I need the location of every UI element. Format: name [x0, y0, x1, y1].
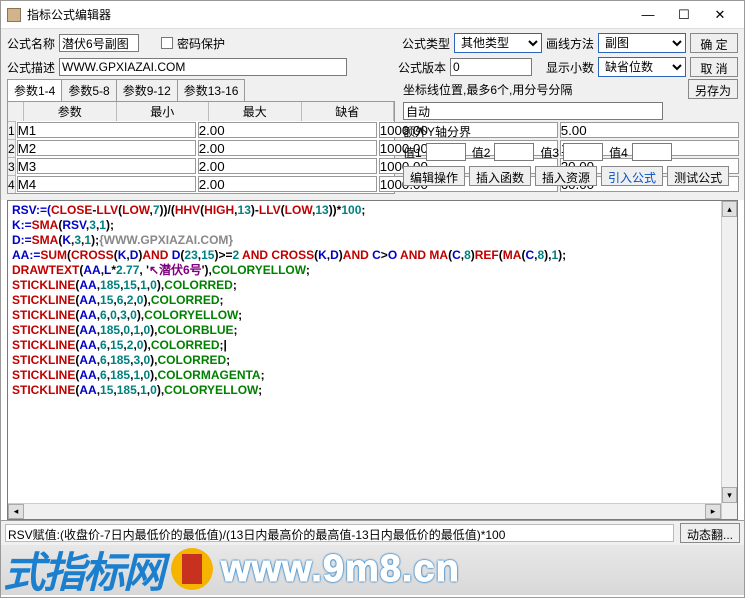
param-row: 3: [8, 157, 394, 175]
banner-url: www.9m8.cn: [221, 548, 460, 591]
vscroll[interactable]: ▴ ▾: [721, 201, 737, 519]
draw-select[interactable]: 副图: [598, 33, 686, 53]
type-select[interactable]: 其他类型: [454, 33, 542, 53]
label-version: 公式版本: [398, 59, 446, 76]
desc-input[interactable]: [59, 58, 347, 76]
param-name[interactable]: [17, 176, 196, 192]
version-input[interactable]: [450, 58, 532, 76]
param-row: 4: [8, 175, 394, 193]
param-name[interactable]: [17, 140, 196, 156]
close-button[interactable]: ✕: [702, 3, 738, 27]
mid-section: 参数1-4 参数5-8 参数9-12 参数13-16 参数 最小 最大 缺省 1: [1, 79, 744, 200]
minimize-button[interactable]: —: [630, 3, 666, 27]
saveas-button[interactable]: 另存为: [688, 79, 738, 99]
scroll-left-icon[interactable]: ◂: [8, 504, 24, 519]
ok-button[interactable]: 确 定: [690, 33, 738, 53]
right-panel: 坐标线位置,最多6个,用分号分隔 另存为 额外Y轴分界 值1 值2 值3 值4 …: [403, 79, 738, 194]
scroll-up-icon[interactable]: ▴: [722, 201, 737, 217]
insfunc-button[interactable]: 插入函数: [469, 166, 531, 186]
app-icon: [7, 8, 21, 22]
maximize-button[interactable]: ☐: [666, 3, 702, 27]
test-button[interactable]: 测试公式: [667, 166, 729, 186]
scroll-right-icon[interactable]: ▸: [705, 504, 721, 519]
label-name: 公式名称: [7, 35, 55, 52]
tab-params-13-16[interactable]: 参数13-16: [177, 79, 246, 101]
insres-button[interactable]: 插入资源: [535, 166, 597, 186]
scroll-down-icon[interactable]: ▾: [722, 487, 737, 503]
label-extra-y: 额外Y轴分界: [403, 123, 738, 140]
param-name[interactable]: [17, 122, 196, 138]
label-type: 公式类型: [402, 35, 450, 52]
footer-banner: 式指标网 www.9m8.cn: [1, 545, 744, 597]
label-desc: 公式描述: [7, 59, 55, 76]
col-min: 最小: [117, 102, 210, 121]
coin-icon: [171, 548, 213, 590]
name-input[interactable]: [59, 34, 139, 52]
hscroll[interactable]: ◂ ▸: [8, 503, 721, 519]
label-draw: 画线方法: [546, 35, 594, 52]
v4-input[interactable]: [632, 143, 672, 161]
param-row: 1: [8, 121, 394, 139]
status-text: RSV赋值:(收盘价-7日内最低价的最低值)/(13日内最高价的最高值-13日内…: [5, 524, 674, 542]
window-title: 指标公式编辑器: [27, 6, 630, 23]
col-max: 最大: [209, 102, 302, 121]
params-panel: 参数1-4 参数5-8 参数9-12 参数13-16 参数 最小 最大 缺省 1: [7, 79, 395, 194]
col-def: 缺省: [302, 102, 395, 121]
param-tabs: 参数1-4 参数5-8 参数9-12 参数13-16: [7, 79, 395, 101]
dynamic-translate-button[interactable]: 动态翻...: [680, 523, 740, 543]
formula-editor-window: 指标公式编辑器 — ☐ ✕ 公式名称 密码保护 公式类型 其他类型 画线方法 副…: [0, 0, 745, 598]
col-name: 参数: [24, 102, 117, 121]
label-decimals: 显示小数: [546, 59, 594, 76]
editop-button[interactable]: 编辑操作: [403, 166, 465, 186]
param-min[interactable]: [198, 140, 377, 156]
param-grid: 参数 最小 最大 缺省 1 2: [7, 101, 395, 194]
param-min[interactable]: [198, 176, 377, 192]
top-form: 公式名称 密码保护 公式类型 其他类型 画线方法 副图 确 定 公式描述 公式版…: [1, 29, 744, 79]
v1-input[interactable]: [426, 143, 466, 161]
tab-params-1-4[interactable]: 参数1-4: [7, 79, 62, 101]
cancel-button[interactable]: 取 消: [690, 57, 738, 77]
banner-text: 式指标网: [3, 545, 163, 597]
code-editor[interactable]: RSV:=(CLOSE-LLV(LOW,7))/(HHV(HIGH,13)-LL…: [7, 200, 738, 520]
param-min[interactable]: [198, 158, 377, 174]
param-min[interactable]: [198, 122, 377, 138]
tab-params-9-12[interactable]: 参数9-12: [116, 79, 178, 101]
import-button[interactable]: 引入公式: [601, 166, 663, 186]
password-checkbox[interactable]: [161, 37, 173, 49]
titlebar: 指标公式编辑器 — ☐ ✕: [1, 1, 744, 29]
coord-input[interactable]: [403, 102, 663, 120]
label-coord: 坐标线位置,最多6个,用分号分隔: [403, 81, 572, 98]
status-bar: RSV赋值:(收盘价-7日内最低价的最低值)/(13日内最高价的最高值-13日内…: [1, 520, 744, 545]
label-password: 密码保护: [177, 35, 225, 52]
decimals-select[interactable]: 缺省位数: [598, 57, 686, 77]
param-name[interactable]: [17, 158, 196, 174]
tab-params-5-8[interactable]: 参数5-8: [61, 79, 116, 101]
v3-input[interactable]: [563, 143, 603, 161]
v2-input[interactable]: [494, 143, 534, 161]
param-row: 2: [8, 139, 394, 157]
